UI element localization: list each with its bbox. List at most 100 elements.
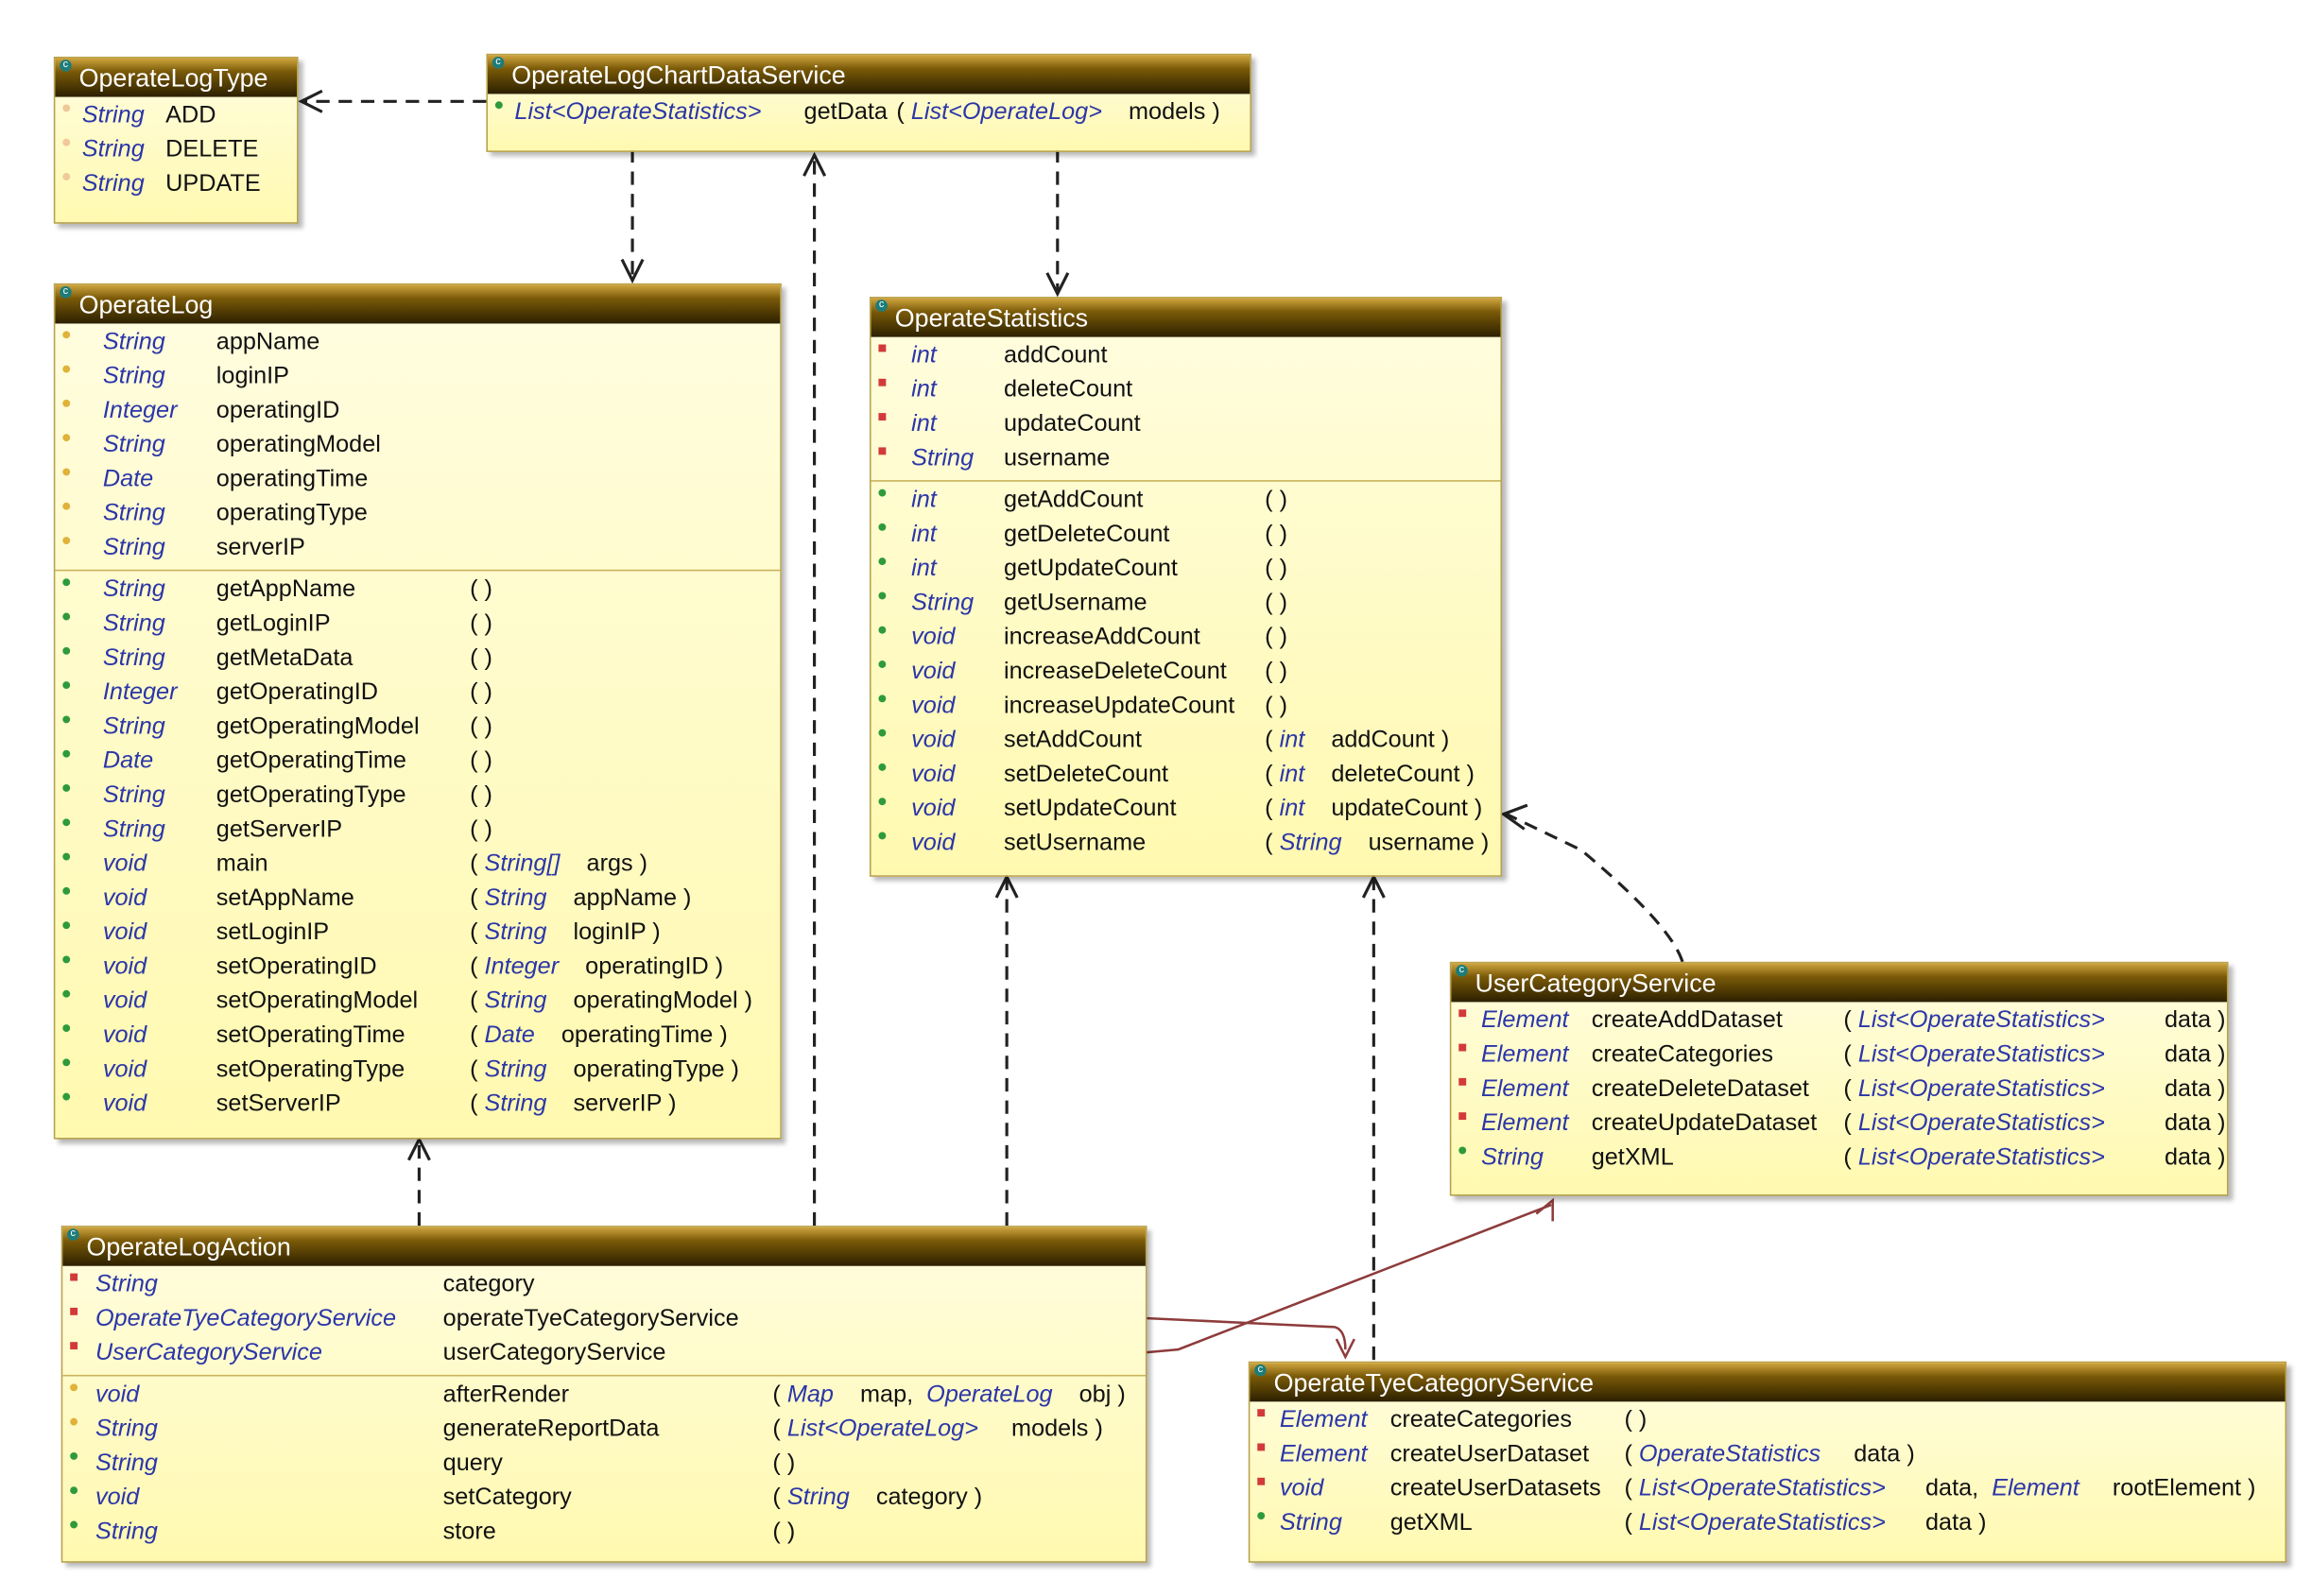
visibility-pub-icon <box>62 852 71 861</box>
attribute-row[interactable]: String category <box>62 1267 1146 1301</box>
operation-row[interactable]: String getOperatingType ( ) <box>55 779 780 813</box>
attribute-row[interactable]: Integer operatingID <box>55 394 780 428</box>
attribute-row[interactable]: int deleteCount <box>871 373 1501 407</box>
class-header[interactable]: c OperateLog <box>55 284 781 324</box>
operation-row[interactable]: void setOperatingModel ( String operatingM… <box>55 984 780 1018</box>
operation-row[interactable]: void setOperatingTime ( Date operatingTime… <box>55 1019 780 1053</box>
class-user-category-service[interactable]: c UserCategoryService Element createAddDa… <box>1449 961 2229 1196</box>
class-header[interactable]: c UserCategoryService <box>1451 963 2227 1003</box>
operation-row[interactable]: Date getOperatingTime ( ) <box>55 744 780 778</box>
operation-row[interactable]: String getXML ( List<OperateStatistics> da… <box>1250 1506 2285 1540</box>
member-params: ( ) <box>1265 522 1287 548</box>
attribute-row[interactable]: String serverIP <box>55 531 780 565</box>
member-type: String <box>911 590 975 616</box>
class-operate-statistics[interactable]: c OperateStatistics int addCount int delete… <box>869 297 1503 877</box>
member-name: increaseUpdateCount <box>1003 693 1235 719</box>
operation-row[interactable]: String getLoginIP ( ) <box>55 607 780 641</box>
class-operate-log-chart-data-service[interactable]: c OperateLogChartDataService List<Operat… <box>486 53 1251 152</box>
operation-row[interactable]: Element createAddDataset ( List<OperateSta… <box>1451 1004 2227 1038</box>
member-name: setOperatingType <box>216 1056 405 1083</box>
class-operate-log[interactable]: c OperateLog String appName String loginIP I… <box>53 283 782 1140</box>
operation-row[interactable]: void setLoginIP ( String loginIP ) <box>55 916 780 950</box>
class-header[interactable]: c OperateLogType <box>55 58 298 97</box>
attribute-row[interactable]: String DELETE <box>55 132 297 166</box>
member-type: String <box>102 782 165 809</box>
operation-row[interactable]: String getServerIP ( ) <box>55 813 780 847</box>
visibility-pub-icon <box>62 1092 71 1101</box>
attribute-row[interactable]: Date operatingTime <box>55 462 780 496</box>
attribute-row[interactable]: int updateCount <box>871 407 1501 441</box>
member-params: ( List<OperateStatistics> data ) <box>1624 1510 1987 1536</box>
operation-row[interactable]: String getAppName ( ) <box>55 573 780 607</box>
operation-row[interactable]: void createUserDatasets ( List<OperateStat… <box>1250 1471 2285 1505</box>
operation-row[interactable]: void setAppName ( String appName ) <box>55 882 780 916</box>
member-name: increaseAddCount <box>1003 625 1200 651</box>
operation-row[interactable]: String store ( ) <box>62 1515 1146 1549</box>
operation-row[interactable]: void increaseDeleteCount ( ) <box>871 655 1501 689</box>
visibility-pub-icon <box>878 832 887 840</box>
visibility-pub-icon <box>878 695 887 703</box>
operation-row[interactable]: String getUsername ( ) <box>871 586 1501 620</box>
class-header[interactable]: c OperateLogChartDataService <box>488 55 1251 94</box>
attribute-row[interactable]: String operatingModel <box>55 428 780 462</box>
visibility-prot-icon <box>70 1417 78 1426</box>
operation-row[interactable]: void setServerIP ( String serverIP ) <box>55 1087 780 1121</box>
operation-row[interactable]: String query ( ) <box>62 1447 1146 1481</box>
class-header[interactable]: c OperateTyeCategoryService <box>1250 1363 2286 1402</box>
class-header[interactable]: c OperateLogAction <box>62 1227 1146 1266</box>
member-name: loginIP <box>216 364 290 389</box>
attribute-row[interactable]: String appName <box>55 325 780 359</box>
member-params: ( ) <box>1265 693 1287 719</box>
attribute-row[interactable]: OperateTyeCategoryService operateTyeCateg… <box>62 1302 1146 1336</box>
operation-row[interactable]: void setAddCount ( int addCount ) <box>871 723 1501 757</box>
attribute-row[interactable]: UserCategoryService userCategoryService <box>62 1336 1146 1370</box>
visibility-pub-icon <box>62 715 71 724</box>
operation-row[interactable]: void setCategory ( String category ) <box>62 1481 1146 1515</box>
operation-row[interactable]: void setUpdateCount ( int updateCount ) <box>871 792 1501 826</box>
member-name: addCount <box>1003 342 1108 369</box>
attribute-row[interactable]: String ADD <box>55 98 297 132</box>
member-name: setCategory <box>442 1484 572 1511</box>
operation-row[interactable]: Element createCategories ( List<OperateSta… <box>1451 1038 2227 1072</box>
operation-row[interactable]: String getOperatingModel ( ) <box>55 710 780 744</box>
member-type: String <box>102 610 165 637</box>
operation-row[interactable]: String generateReportData ( List<OperateLo… <box>62 1412 1146 1446</box>
attribute-row[interactable]: String operatingType <box>55 496 780 530</box>
operation-row[interactable]: void increaseUpdateCount ( ) <box>871 689 1501 723</box>
attribute-row[interactable]: String username <box>871 441 1501 475</box>
operation-row[interactable]: Element createCategories ( ) <box>1250 1403 2285 1437</box>
class-operate-tye-category-service[interactable]: c OperateTyeCategoryService Element creat… <box>1248 1361 2287 1563</box>
operation-row[interactable]: String getXML ( List<OperateStatistics> da… <box>1451 1141 2227 1175</box>
operation-row[interactable]: int getAddCount ( ) <box>871 483 1501 517</box>
operation-row[interactable]: void afterRender ( Map map, OperateLog obj… <box>62 1378 1146 1412</box>
class-operate-log-action[interactable]: c OperateLogAction String category Operate… <box>60 1226 1147 1563</box>
operation-row[interactable]: void setOperatingID ( Integer operatingID … <box>55 950 780 984</box>
member-name: getDeleteCount <box>1003 522 1170 548</box>
attribute-row[interactable]: String loginIP <box>55 359 780 393</box>
member-params: ( List<OperateStatistics> data ) <box>1843 1076 2226 1103</box>
operation-row[interactable]: void setUsername ( String username ) <box>871 826 1501 860</box>
operations-section: int getAddCount( ) int getDeleteCount( ) int… <box>871 480 1501 865</box>
operation-row[interactable]: void main ( String[] args ) <box>55 847 780 881</box>
operation-row[interactable]: Element createUserDataset ( OperateStatist… <box>1250 1437 2285 1471</box>
operation-row[interactable]: Element createUpdateDataset ( List<Operate… <box>1451 1107 2227 1141</box>
visibility-priv-icon <box>878 447 887 455</box>
operation-row[interactable]: void setDeleteCount ( int deleteCount ) <box>871 758 1501 792</box>
operation-row[interactable]: void setOperatingType ( String operatingTy… <box>55 1053 780 1087</box>
class-header[interactable]: c OperateStatistics <box>871 298 1501 337</box>
operation-row[interactable]: int getDeleteCount ( ) <box>871 518 1501 552</box>
operation-row[interactable]: String getMetaData ( ) <box>55 642 780 676</box>
operation-row[interactable]: void increaseAddCount ( ) <box>871 620 1501 654</box>
member-params: ( List<OperateStatistics> data, Element … <box>1624 1476 2256 1502</box>
member-type: String <box>95 1416 158 1442</box>
operation-row[interactable]: Element createDeleteDataset ( List<Operate… <box>1451 1073 2227 1107</box>
visibility-pub-icon <box>1458 1146 1467 1155</box>
operation-row[interactable]: int getUpdateCount ( ) <box>871 552 1501 586</box>
operation-row[interactable]: List<OperateStatistics> getData ( List<Ope… <box>488 95 1250 129</box>
visibility-pub-icon <box>878 729 887 737</box>
operation-row[interactable]: Integer getOperatingID ( ) <box>55 676 780 710</box>
class-operate-log-type[interactable]: c OperateLogType String ADD String DELETE St… <box>53 56 299 224</box>
member-name: username <box>1003 445 1111 472</box>
attribute-row[interactable]: int addCount <box>871 338 1501 372</box>
attribute-row[interactable]: String UPDATE <box>55 167 297 201</box>
